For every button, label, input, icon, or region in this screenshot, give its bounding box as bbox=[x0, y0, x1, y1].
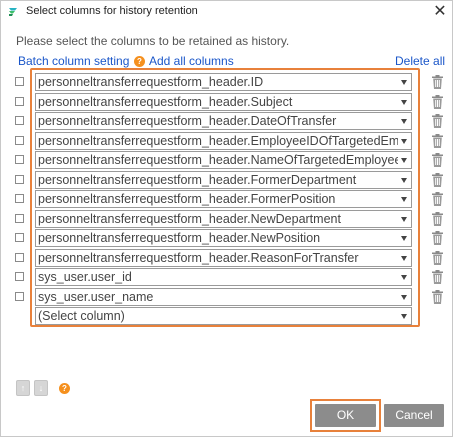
row-checkbox[interactable] bbox=[15, 174, 24, 184]
row-checkbox[interactable] bbox=[15, 213, 24, 223]
row-checkbox[interactable] bbox=[15, 135, 24, 145]
dialog-title: Select columns for history retention bbox=[26, 5, 198, 17]
trash-icon[interactable] bbox=[432, 114, 443, 128]
trash-icon[interactable] bbox=[432, 211, 443, 226]
instruction-text: Please select the columns to be retained… bbox=[16, 34, 290, 48]
reorder-help-icon[interactable]: ? bbox=[59, 383, 70, 394]
app-logo-icon bbox=[6, 5, 20, 19]
trash-icon[interactable] bbox=[432, 289, 443, 304]
trash-icon[interactable] bbox=[432, 133, 443, 148]
trash-icon[interactable] bbox=[432, 153, 443, 167]
trash-icon[interactable] bbox=[432, 270, 443, 284]
row-checkbox[interactable] bbox=[15, 233, 24, 242]
trash-icon[interactable] bbox=[432, 75, 443, 89]
row-checkbox[interactable] bbox=[15, 77, 24, 86]
row-checkbox[interactable] bbox=[15, 272, 24, 281]
batch-column-setting-link[interactable]: Batch column setting bbox=[18, 54, 129, 68]
history-retention-dialog: Select columns for history retention ✕ P… bbox=[0, 0, 453, 437]
trash-icon[interactable] bbox=[432, 94, 443, 109]
move-up-button[interactable]: ↑ bbox=[16, 380, 30, 396]
row-checkbox[interactable] bbox=[15, 291, 24, 301]
dialog-body: Please select the columns to be retained… bbox=[1, 23, 452, 436]
row-checkbox[interactable] bbox=[15, 194, 24, 203]
trash-icon[interactable] bbox=[432, 231, 443, 245]
row-checkbox[interactable] bbox=[15, 252, 24, 262]
cancel-button[interactable]: Cancel bbox=[384, 404, 444, 427]
delete-all-link[interactable]: Delete all bbox=[395, 54, 445, 68]
trash-icon[interactable] bbox=[432, 250, 443, 265]
move-down-button[interactable]: ↓ bbox=[34, 380, 48, 396]
trash-icon[interactable] bbox=[432, 172, 443, 187]
ok-button[interactable]: OK bbox=[315, 404, 376, 427]
add-all-columns-link[interactable]: Add all columns bbox=[149, 54, 234, 68]
row-checkbox[interactable] bbox=[15, 116, 24, 125]
column-list-highlight bbox=[30, 68, 420, 327]
column-actions-row: Batch column setting ? Add all columns D… bbox=[16, 54, 446, 69]
row-checkbox[interactable] bbox=[15, 96, 24, 106]
title-bar: Select columns for history retention ✕ bbox=[1, 1, 452, 23]
trash-icon[interactable] bbox=[432, 192, 443, 206]
close-icon[interactable]: ✕ bbox=[429, 1, 451, 23]
help-icon[interactable]: ? bbox=[134, 56, 145, 67]
row-checkbox[interactable] bbox=[15, 155, 24, 164]
